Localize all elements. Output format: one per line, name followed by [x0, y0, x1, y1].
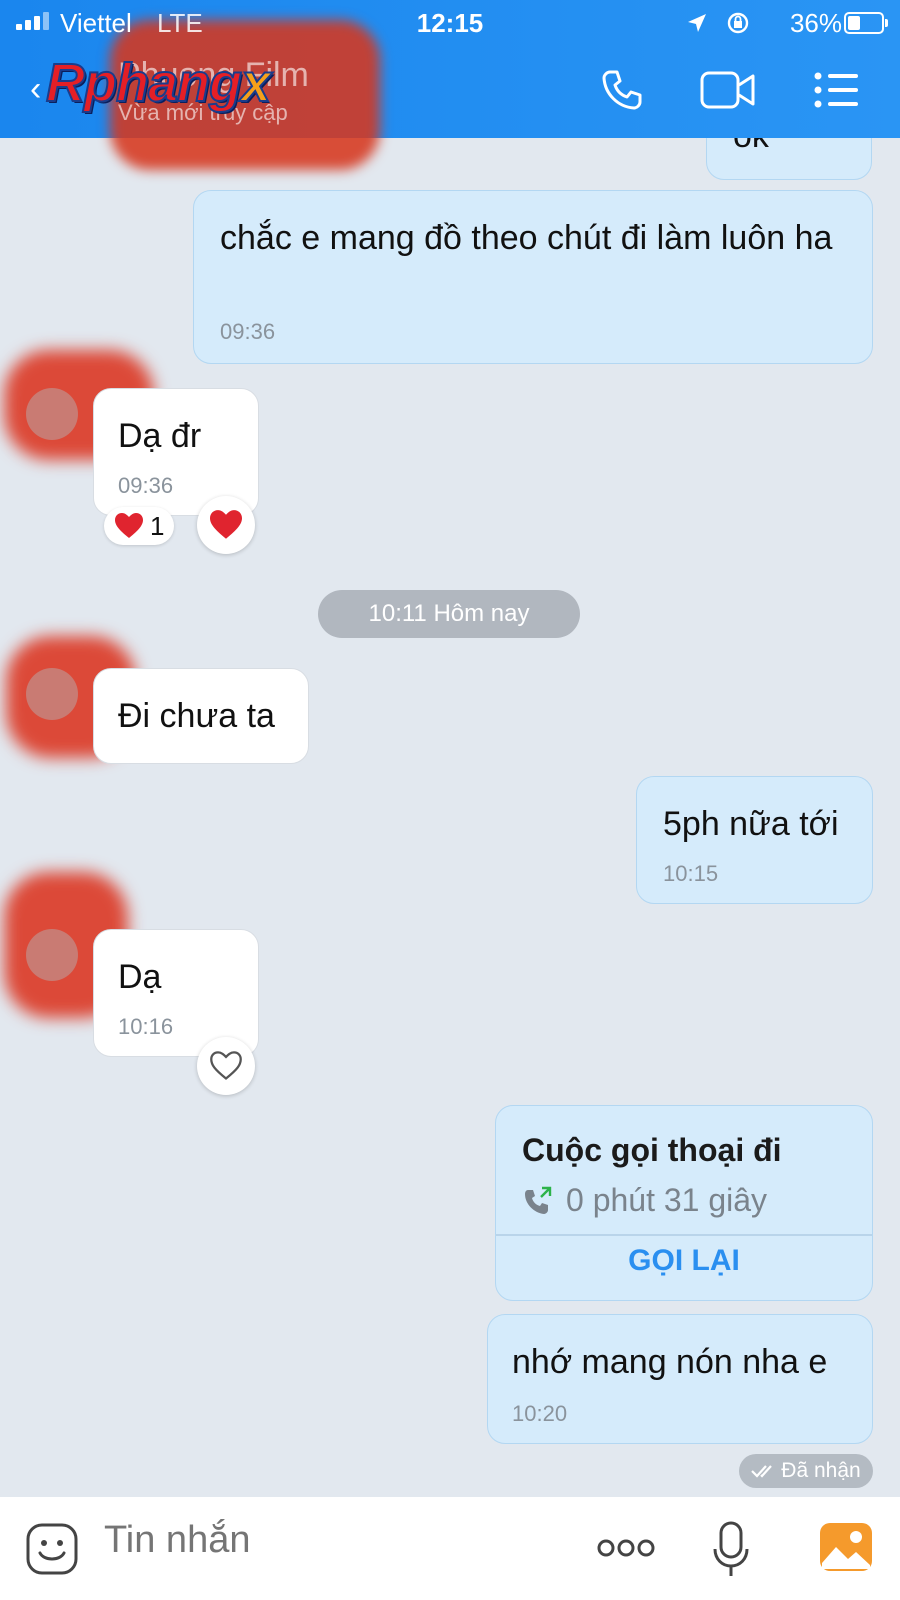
message-input[interactable] [104, 1519, 524, 1562]
watermark-logo: Rphangx [45, 52, 272, 114]
heart-icon [115, 513, 143, 538]
call-outgoing-icon [525, 1186, 552, 1214]
reaction-button[interactable] [197, 1037, 255, 1095]
avatar[interactable] [26, 668, 78, 720]
message-text: Đi chưa ta [118, 697, 275, 735]
message-text: chắc e mang đồ theo chút đi làm luôn ha [220, 219, 833, 257]
status-bar: Viettel LTE 12:15 36% [0, 0, 900, 44]
message-time: 09:36 [220, 319, 276, 344]
date-separator: 10:11 Hôm nay [318, 590, 580, 638]
gallery-icon[interactable] [818, 1521, 874, 1573]
message-text: nhớ mang nón nha e [512, 1343, 828, 1381]
mic-icon[interactable] [712, 1521, 750, 1579]
more-icon[interactable] [597, 1537, 655, 1559]
message-bubble-mine[interactable]: 5ph nữa tới 10:15 [636, 776, 873, 904]
heart-icon [210, 510, 242, 539]
heart-outline-icon [210, 1051, 242, 1080]
video-icon[interactable] [700, 70, 756, 110]
menu-icon[interactable] [814, 72, 860, 108]
composer-bar [0, 1497, 900, 1600]
rotation-lock-icon [727, 12, 749, 34]
reaction-button[interactable] [197, 496, 255, 554]
battery-icon [844, 12, 888, 34]
double-check-icon [751, 1465, 773, 1478]
reaction-count: 1 [150, 510, 165, 541]
emoji-icon[interactable] [26, 1523, 78, 1575]
avatar[interactable] [26, 388, 78, 440]
call-back-button[interactable]: GỌI LẠI [496, 1244, 872, 1278]
status-time: 12:15 [416, 8, 484, 38]
message-bubble-theirs[interactable]: Đi chưa ta [93, 668, 309, 764]
seen-status-badge: Đã nhận [739, 1454, 873, 1488]
avatar[interactable] [26, 929, 78, 981]
message-text: Dạ [118, 958, 162, 996]
message-time: 09:36 [118, 473, 174, 498]
chat-header: Viettel LTE 12:15 36% ‹ Phuong Film Vừa … [0, 0, 900, 170]
message-bubble-mine[interactable]: nhớ mang nón nha e 10:20 [487, 1314, 873, 1444]
message-time: 10:16 [118, 1014, 174, 1039]
message-time: 10:15 [663, 861, 719, 886]
battery-percent: 36% [789, 8, 842, 38]
call-title: Cuộc gọi thoại đi [522, 1132, 782, 1168]
back-icon[interactable]: ‹ [30, 70, 41, 109]
location-icon [688, 14, 706, 32]
seen-status-text: Đã nhận [781, 1459, 861, 1482]
reaction-summary[interactable]: 1 [104, 507, 175, 545]
call-card[interactable]: Cuộc gọi thoại đi 0 phút 31 giây GỌI LẠI [495, 1105, 873, 1301]
message-time: 10:20 [512, 1401, 568, 1426]
message-text: Dạ đr [118, 417, 202, 455]
call-duration: 0 phút 31 giây [566, 1182, 768, 1218]
phone-icon[interactable] [600, 68, 644, 112]
message-text: 5ph nữa tới [663, 805, 839, 843]
call-divider [496, 1234, 872, 1236]
message-bubble-mine[interactable]: chắc e mang đồ theo chút đi làm luôn ha … [193, 190, 873, 364]
